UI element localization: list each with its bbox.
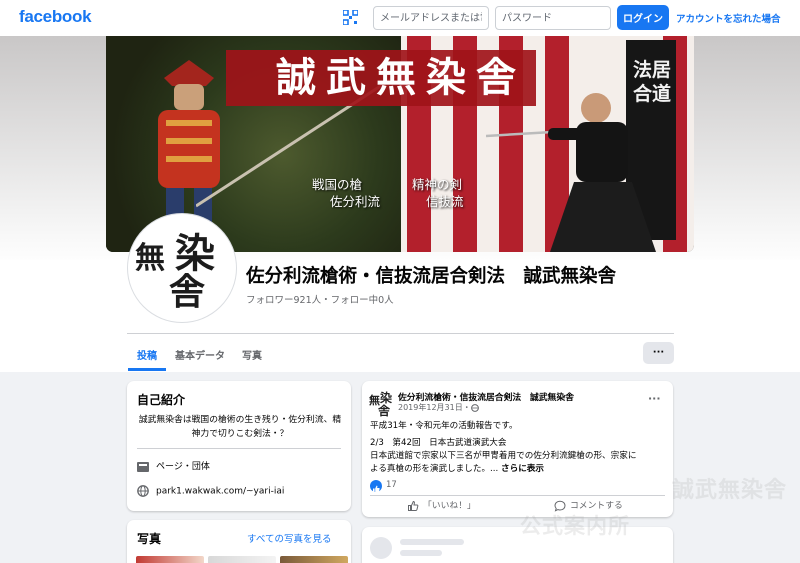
tab-photos[interactable]: 写真 <box>242 347 262 362</box>
login-button[interactable]: ログイン <box>617 5 669 30</box>
tab-posts[interactable]: 投稿 <box>137 347 157 362</box>
post-text-line: 日本武道館で宗家以下三名が甲冑着用での佐分利流鍵槍の形、宗家に <box>370 451 637 461</box>
category-label: ページ・団体 <box>156 462 210 472</box>
globe-icon <box>470 403 479 412</box>
photos-title: 写真 <box>137 532 162 546</box>
post-options-button[interactable]: ··· <box>648 392 661 405</box>
category-row: ページ・団体 <box>137 459 210 473</box>
globe-icon <box>137 485 149 497</box>
post-date-text[interactable]: 2019年12月31日・ <box>398 403 471 412</box>
watermark-text: 誠武無染舎 <box>672 478 788 503</box>
photo-thumbnail[interactable] <box>136 556 204 563</box>
forgot-account-link[interactable]: アカウントを忘れた場合 <box>676 11 781 25</box>
post-card: 無 染 舎 佐分利流槍術・信抜流居合剣法 誠武無染舎 2019年12月31日・ … <box>362 381 673 517</box>
caption-right-line1: 精神の剣 <box>412 177 463 192</box>
post-text-line: 2/3 第42回 日本古武道演武大会 <box>370 438 507 448</box>
loading-line-placeholder <box>400 550 442 556</box>
intro-title: 自己紹介 <box>137 393 186 407</box>
swordsman-figure <box>486 93 656 252</box>
intro-description: 誠武無染舎は戦国の槍術の生き残り・佐分利流、精神力で切りこむ剣法・？ <box>138 415 342 439</box>
flag-icon <box>137 461 149 472</box>
website-row[interactable]: park1.wakwak.com/~yari-iai <box>137 485 284 497</box>
watermark-text: 公式案内所 <box>520 514 630 538</box>
see-all-photos-link[interactable]: すべての写真を見る <box>247 531 331 545</box>
post-text-line: よる真槍の形を演武しました。... さらに表示 <box>370 462 544 474</box>
post-text-tail: よる真槍の形を演武しました。... <box>370 464 499 474</box>
post-divider <box>370 495 665 496</box>
facebook-logo[interactable]: facebook <box>19 7 92 27</box>
follower-count[interactable]: フォロワー921人・フォロー中0人 <box>246 292 394 306</box>
header-divider <box>127 333 674 334</box>
avatar-character: 無 <box>135 241 165 276</box>
caption-left-line1: 戦国の槍 <box>312 177 363 192</box>
photo-thumbnail[interactable] <box>280 556 348 563</box>
thumbs-up-icon <box>408 500 419 511</box>
loading-avatar-placeholder <box>370 537 392 559</box>
like-button[interactable]: 「いいね！」 <box>407 498 476 512</box>
see-more-link[interactable]: さらに表示 <box>501 464 544 474</box>
intro-card: 自己紹介 誠武無染舎は戦国の槍術の生き残り・佐分利流、精神力で切りこむ剣法・？ … <box>127 381 351 511</box>
photo-thumbnail[interactable] <box>208 556 276 563</box>
post-text-line: 平成31年・令和元年の活動報告です。 <box>370 421 518 431</box>
photos-card: 写真 すべての写真を見る <box>127 520 351 563</box>
post-author-avatar[interactable]: 無 染 舎 <box>368 389 392 418</box>
website-link[interactable]: park1.wakwak.com/~yari-iai <box>156 487 284 497</box>
caption-left-line2: 佐分利流 <box>330 194 381 209</box>
caption-right-line2: 信抜流 <box>426 194 464 209</box>
email-input[interactable] <box>373 6 489 30</box>
tab-about[interactable]: 基本データ <box>175 347 225 362</box>
like-count[interactable]: 17 <box>386 480 397 490</box>
page-title: 佐分利流槍術・信抜流居合剣法 誠武無染舎 <box>246 266 617 287</box>
intro-divider <box>137 448 341 449</box>
qr-code-icon[interactable] <box>343 10 358 25</box>
password-input[interactable] <box>495 6 611 30</box>
post-timestamp[interactable]: 2019年12月31日・ <box>398 402 479 413</box>
profile-avatar[interactable]: 無 染 舎 <box>128 214 236 322</box>
top-navigation-bar: facebook ログイン アカウントを忘れた場合 <box>0 0 800 36</box>
avatar-character: 舎 <box>378 404 391 418</box>
avatar-character: 舎 <box>169 271 206 313</box>
like-label[interactable]: 「いいね！」 <box>423 501 476 511</box>
like-reaction-icon[interactable] <box>370 480 382 493</box>
loading-line-placeholder <box>400 539 464 545</box>
thumbs-up-icon <box>373 485 380 493</box>
more-options-button[interactable]: ··· <box>643 342 674 364</box>
active-tab-indicator <box>128 368 166 371</box>
